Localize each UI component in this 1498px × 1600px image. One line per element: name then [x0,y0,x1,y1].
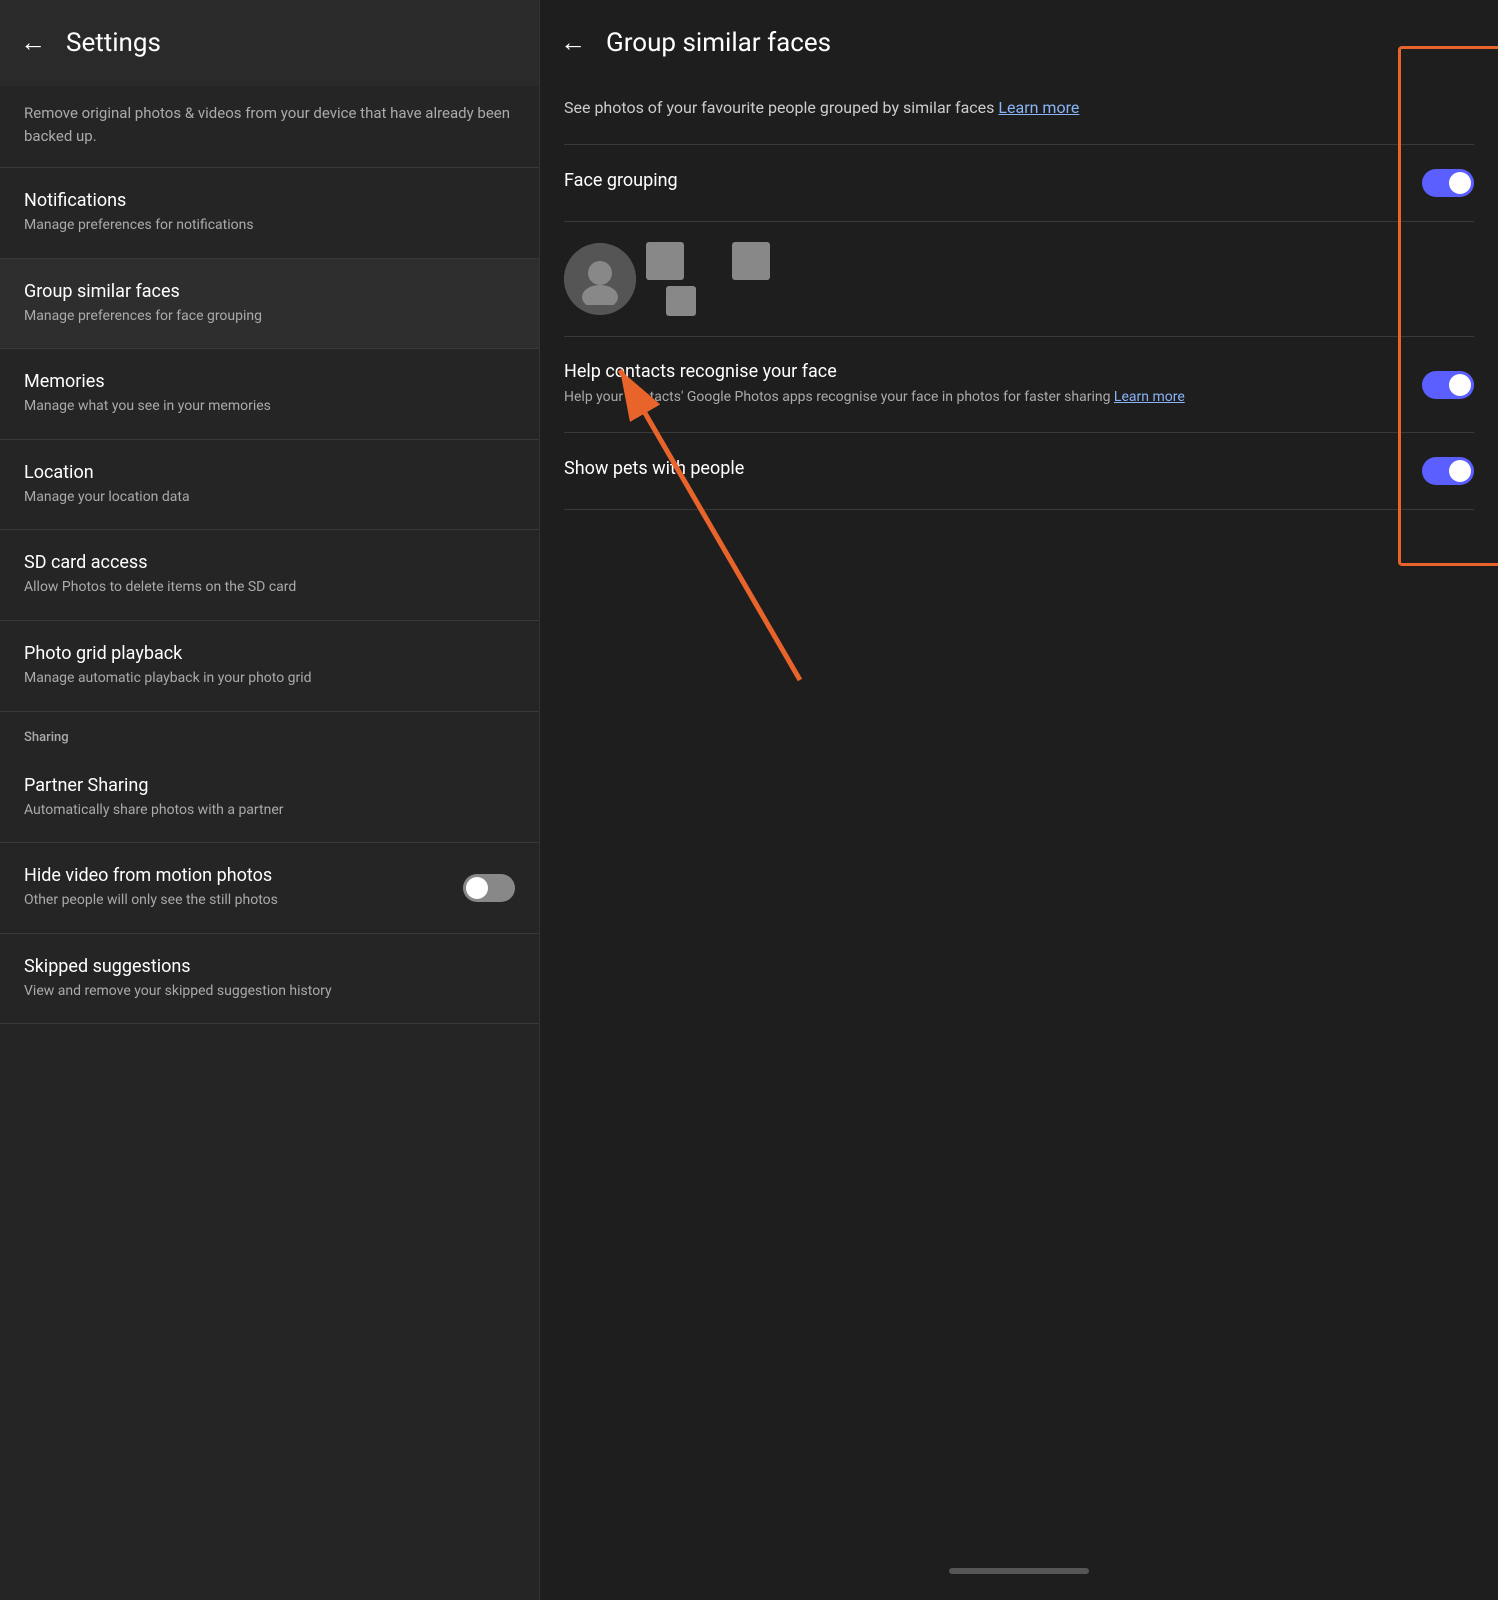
face-grouping-toggle[interactable] [1422,169,1474,197]
skipped-suggestions-subtitle: View and remove your skipped suggestion … [24,982,515,1002]
group-faces-subtitle: Manage preferences for face grouping [24,307,515,327]
sidebar-item-sd-card[interactable]: SD card access Allow Photos to delete it… [0,530,539,621]
show-pets-knob [1449,460,1471,482]
sidebar-item-group-similar-faces[interactable]: Group similar faces Manage preferences f… [0,259,539,350]
show-pets-text: Show pets with people [564,458,1422,484]
face-square-2 [732,242,770,280]
spacer [698,251,718,271]
hide-video-text: Hide video from motion photos Other peop… [24,865,463,911]
help-contacts-title: Help contacts recognise your face [564,361,1406,382]
face-thumbnail-area [564,222,1474,337]
sidebar-item-memories[interactable]: Memories Manage what you see in your mem… [0,349,539,440]
photo-grid-subtitle: Manage automatic playback in your photo … [24,669,515,689]
face-grouping-row: Face grouping [564,145,1474,222]
sidebar-item-partner-sharing[interactable]: Partner Sharing Automatically share phot… [0,753,539,844]
group-faces-title: Group similar faces [24,281,515,302]
top-description: Remove original photos & videos from you… [0,86,539,168]
hide-video-subtitle: Other people will only see the still pho… [24,891,463,911]
sidebar-item-skipped-suggestions[interactable]: Skipped suggestions View and remove your… [0,934,539,1025]
back-button-right[interactable]: ← [560,30,586,56]
memories-subtitle: Manage what you see in your memories [24,397,515,417]
help-contacts-subtitle: Help your contacts' Google Photos apps r… [564,387,1406,408]
show-pets-toggle[interactable] [1422,457,1474,485]
memories-title: Memories [24,371,515,392]
learn-more-link-contacts[interactable]: Learn more [1114,389,1185,405]
show-pets-title: Show pets with people [564,458,1422,479]
face-square-3 [666,286,696,316]
location-title: Location [24,462,515,483]
location-subtitle: Manage your location data [24,488,515,508]
help-contacts-row: Help contacts recognise your face Help y… [564,337,1474,433]
help-contacts-text: Help contacts recognise your face Help y… [564,361,1406,408]
learn-more-link-top[interactable]: Learn more [998,98,1079,117]
face-grouping-title: Face grouping [564,170,1422,191]
face-grouping-knob [1449,172,1471,194]
right-panel-title: Group similar faces [606,28,831,58]
sd-card-subtitle: Allow Photos to delete items on the SD c… [24,578,515,598]
back-button-left[interactable]: ← [20,30,46,56]
sidebar-item-notifications[interactable]: Notifications Manage preferences for not… [0,168,539,259]
right-description: See photos of your favourite people grou… [564,86,1474,144]
right-panel: ← Group similar faces See photos of your… [540,0,1498,1600]
sharing-section-header: Sharing [0,712,539,753]
photo-grid-title: Photo grid playback [24,643,515,664]
settings-title: Settings [66,28,161,58]
sd-card-title: SD card access [24,552,515,573]
sidebar-item-hide-video[interactable]: Hide video from motion photos Other peop… [0,843,539,934]
help-contacts-toggle[interactable] [1422,371,1474,399]
left-header: ← Settings [0,0,539,86]
right-content: See photos of your favourite people grou… [540,86,1498,1548]
help-contacts-knob [1449,374,1471,396]
hide-video-toggle[interactable] [463,874,515,902]
partner-sharing-title: Partner Sharing [24,775,515,796]
face-icon [574,253,626,305]
sidebar-item-photo-grid[interactable]: Photo grid playback Manage automatic pla… [0,621,539,712]
face-squares-group [646,242,770,316]
notifications-subtitle: Manage preferences for notifications [24,216,515,236]
hide-video-title: Hide video from motion photos [24,865,463,886]
notifications-title: Notifications [24,190,515,211]
skipped-suggestions-title: Skipped suggestions [24,956,515,977]
face-square-1 [646,242,684,280]
left-content: Remove original photos & videos from you… [0,86,539,1600]
right-header: ← Group similar faces [540,0,1498,86]
bottom-bar [949,1568,1089,1574]
toggle-knob [466,877,488,899]
left-panel: ← Settings Remove original photos & vide… [0,0,540,1600]
face-grouping-text: Face grouping [564,170,1422,196]
sidebar-item-location[interactable]: Location Manage your location data [0,440,539,531]
partner-sharing-subtitle: Automatically share photos with a partne… [24,801,515,821]
face-avatar [564,243,636,315]
show-pets-row: Show pets with people [564,433,1474,510]
